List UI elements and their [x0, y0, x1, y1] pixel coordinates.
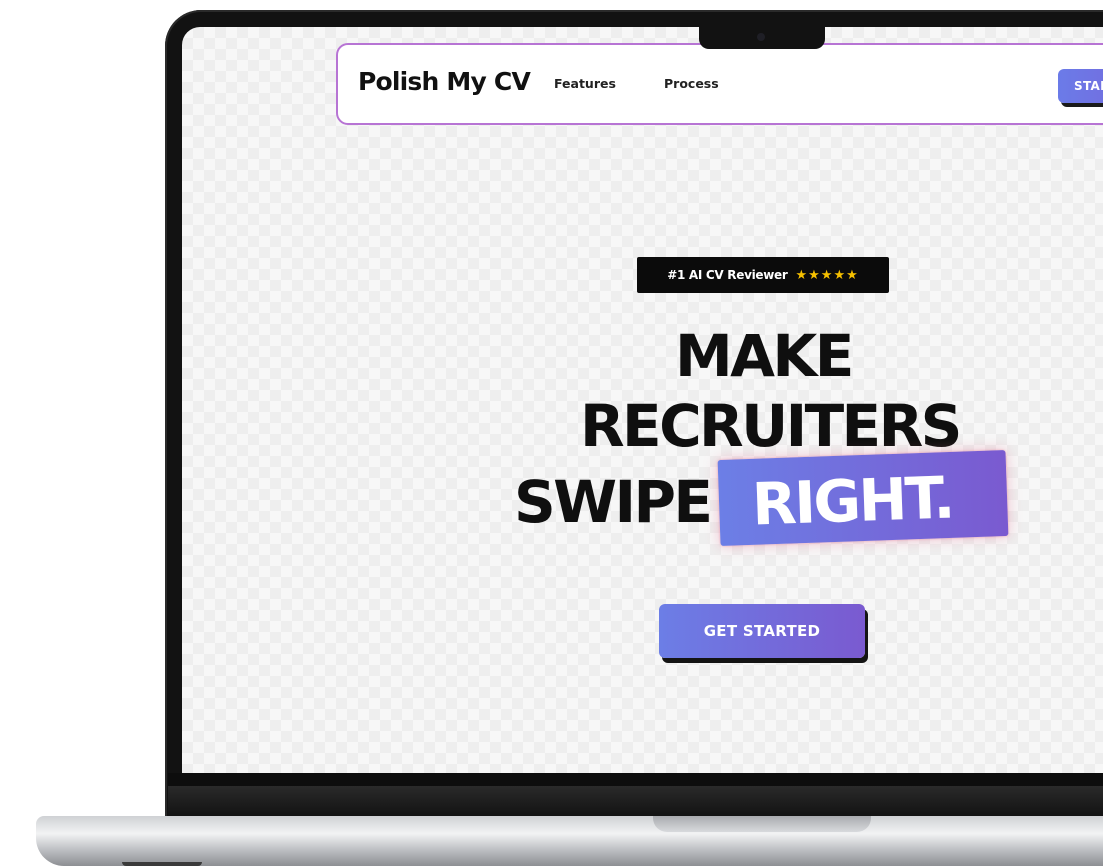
- nav-link-process[interactable]: Process: [664, 76, 719, 91]
- badge-label: #1 AI CV Reviewer: [667, 268, 788, 282]
- laptop-mockup-scene: Polish My CV Features Process STAR #1 AI…: [0, 0, 1103, 868]
- rating-badge: #1 AI CV Reviewer ★★★★★: [637, 257, 889, 293]
- laptop-screen: Polish My CV Features Process STAR #1 AI…: [182, 27, 1103, 773]
- star-icon: ★★★★★: [795, 267, 859, 283]
- hero-headline-line-3: SWIPE: [514, 468, 713, 536]
- hero-headline-line-2: RECRUITERS: [580, 392, 962, 460]
- laptop-hinge: [168, 786, 1103, 818]
- base-thumb-notch: [653, 816, 871, 832]
- hero-highlight-text: RIGHT.: [750, 463, 954, 539]
- get-started-button[interactable]: GET STARTED: [659, 604, 865, 658]
- nav-start-button[interactable]: STAR: [1058, 69, 1103, 103]
- camera-icon: [757, 33, 765, 41]
- site-navbar: Polish My CV Features Process STAR: [336, 43, 1103, 125]
- laptop-base: [36, 816, 1103, 866]
- camera-notch: [699, 27, 825, 49]
- base-foot-left: [122, 862, 202, 866]
- site-logo[interactable]: Polish My CV: [358, 67, 531, 96]
- nav-link-features[interactable]: Features: [554, 76, 616, 91]
- hero-headline-line-1: MAKE: [675, 322, 854, 390]
